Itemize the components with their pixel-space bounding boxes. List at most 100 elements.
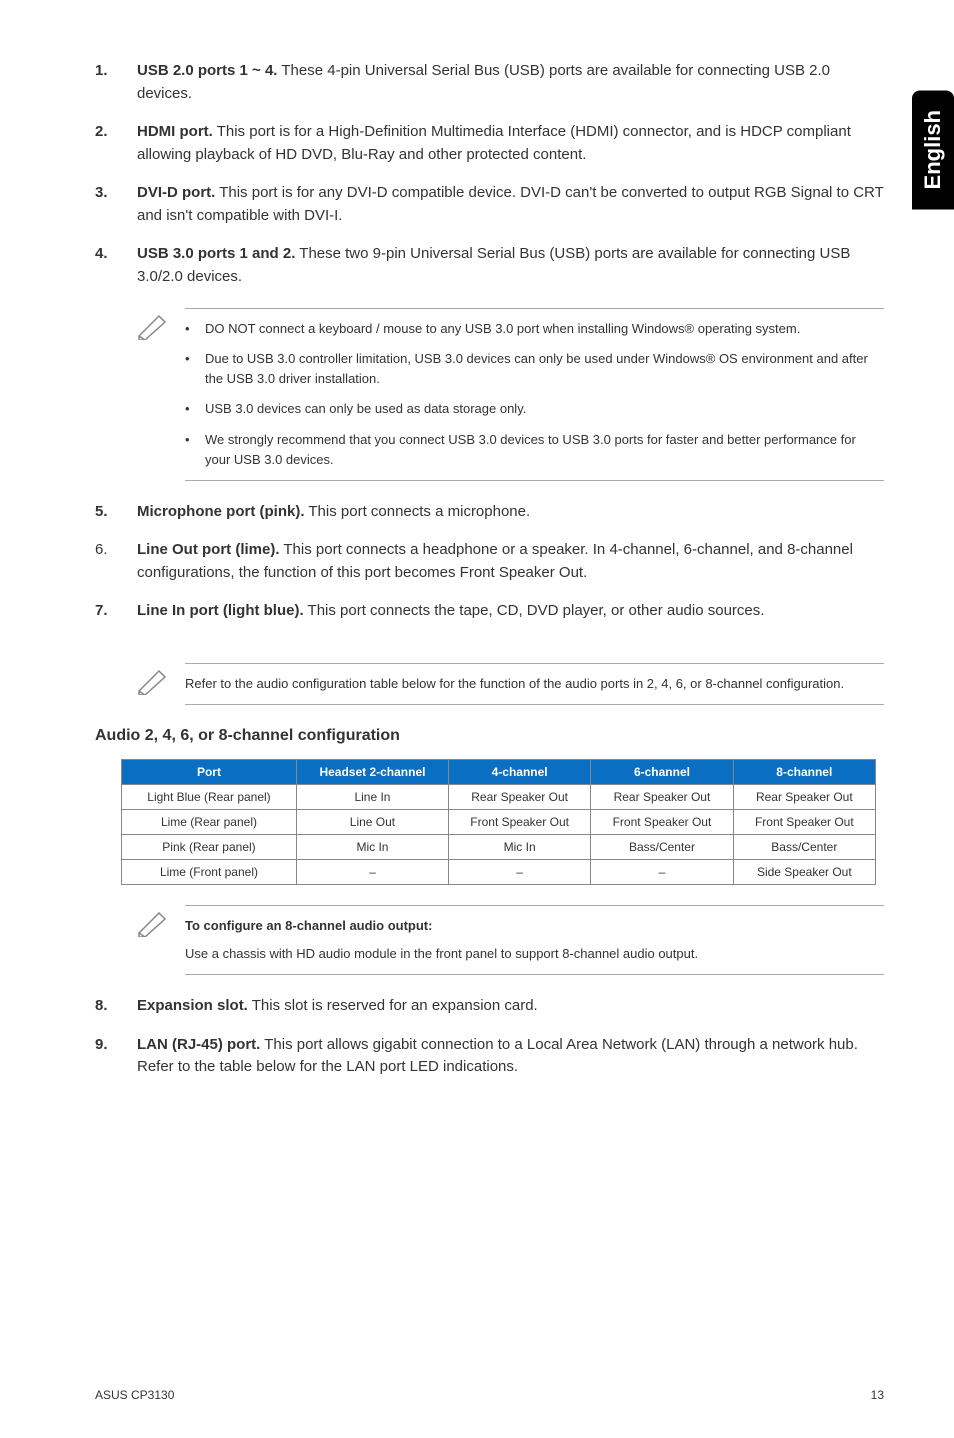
list-bold: Expansion slot. [137,997,248,1014]
table-cell: Light Blue (Rear panel) [122,784,297,809]
page-content: 1. USB 2.0 ports 1 ~ 4. These 4-pin Univ… [0,0,954,1135]
configure-body: Use a chassis with HD audio module in th… [185,944,884,964]
table-header: Headset 2-channel [296,759,448,784]
configure-title: To configure an 8-channel audio output: [185,916,884,936]
list-body: This port connects the tape, CD, DVD pla… [304,602,765,619]
note-content: •DO NOT connect a keyboard / mouse to an… [185,308,884,481]
table-header: 8-channel [733,759,875,784]
table-header-row: Port Headset 2-channel 4-channel 6-chann… [122,759,876,784]
table-cell: Bass/Center [591,834,733,859]
list-bold: USB 3.0 ports 1 and 2. [137,245,295,262]
list-bold: DVI-D port. [137,184,215,201]
list-number: 1. [95,60,137,105]
note-block: •DO NOT connect a keyboard / mouse to an… [137,308,884,481]
list-number: 3. [95,182,137,227]
bullet-dot: • [185,399,205,419]
table-cell: Bass/Center [733,834,875,859]
list-item: 7. Line In port (light blue). This port … [95,600,884,623]
table-cell: Lime (Rear panel) [122,809,297,834]
bullet-item: •DO NOT connect a keyboard / mouse to an… [185,319,884,339]
table-cell: – [591,859,733,884]
list-body: This slot is reserved for an expansion c… [248,997,538,1014]
list-text: USB 3.0 ports 1 and 2. These two 9-pin U… [137,243,884,288]
page-footer: ASUS CP3130 13 [95,1388,884,1402]
table-cell: – [296,859,448,884]
list-bold: Line Out port (lime). [137,541,280,558]
list-body: This port is for a High-Definition Multi… [137,123,851,163]
list-text: DVI-D port. This port is for any DVI-D c… [137,182,884,227]
list-number: 8. [95,995,137,1018]
table-row: Lime (Front panel) – – – Side Speaker Ou… [122,859,876,884]
footer-model: ASUS CP3130 [95,1388,174,1402]
list-bold: Microphone port (pink). [137,503,304,520]
list-item: 1. USB 2.0 ports 1 ~ 4. These 4-pin Univ… [95,60,884,105]
list-number: 9. [95,1034,137,1079]
bullet-dot: • [185,349,205,389]
table-cell: Pink (Rear panel) [122,834,297,859]
list-bold: HDMI port. [137,123,213,140]
list-number: 2. [95,121,137,166]
table-cell: Line In [296,784,448,809]
list-number: 7. [95,600,137,623]
list-text: LAN (RJ-45) port. This port allows gigab… [137,1034,884,1079]
table-cell: Rear Speaker Out [448,784,590,809]
pencil-icon [137,663,185,705]
table-cell: Front Speaker Out [591,809,733,834]
table-cell: Rear Speaker Out [733,784,875,809]
list-item: 9. LAN (RJ-45) port. This port allows gi… [95,1034,884,1079]
bullet-text: USB 3.0 devices can only be used as data… [205,399,526,419]
table-header: 6-channel [591,759,733,784]
table-row: Lime (Rear panel) Line Out Front Speaker… [122,809,876,834]
note-content: Refer to the audio configuration table b… [185,663,884,705]
table-row: Light Blue (Rear panel) Line In Rear Spe… [122,784,876,809]
note-block: Refer to the audio configuration table b… [137,663,884,705]
list-text: Line In port (light blue). This port con… [137,600,884,623]
note-block: To configure an 8-channel audio output: … [137,905,884,975]
list-text: USB 2.0 ports 1 ~ 4. These 4-pin Univers… [137,60,884,105]
list-item: 5. Microphone port (pink). This port con… [95,501,884,524]
list-number: 6. [95,539,137,584]
audio-config-table: Port Headset 2-channel 4-channel 6-chann… [121,759,876,885]
list-text: Line Out port (lime). This port connects… [137,539,884,584]
table-cell: Front Speaker Out [733,809,875,834]
bullet-text: We strongly recommend that you connect U… [205,430,884,470]
list-bold: LAN (RJ-45) port. [137,1036,260,1053]
list-body: This port connects a microphone. [304,503,530,520]
bullet-item: •Due to USB 3.0 controller limitation, U… [185,349,884,389]
list-body: This port is for any DVI-D compatible de… [137,184,884,224]
bullet-dot: • [185,430,205,470]
language-tab: English [912,90,954,209]
list-item: 6. Line Out port (lime). This port conne… [95,539,884,584]
table-header: Port [122,759,297,784]
table-cell: Rear Speaker Out [591,784,733,809]
table-cell: Mic In [296,834,448,859]
list-item: 8. Expansion slot. This slot is reserved… [95,995,884,1018]
pencil-icon [137,308,185,481]
list-text: HDMI port. This port is for a High-Defin… [137,121,884,166]
list-item: 3. DVI-D port. This port is for any DVI-… [95,182,884,227]
pencil-icon [137,905,185,975]
bullet-item: •USB 3.0 devices can only be used as dat… [185,399,884,419]
table-cell: Lime (Front panel) [122,859,297,884]
list-text: Microphone port (pink). This port connec… [137,501,884,524]
bullet-item: •We strongly recommend that you connect … [185,430,884,470]
list-item: 2. HDMI port. This port is for a High-De… [95,121,884,166]
list-item: 4. USB 3.0 ports 1 and 2. These two 9-pi… [95,243,884,288]
table-cell: Side Speaker Out [733,859,875,884]
list-number: 5. [95,501,137,524]
table-cell: Mic In [448,834,590,859]
table-cell: Front Speaker Out [448,809,590,834]
table-header: 4-channel [448,759,590,784]
audio-config-title: Audio 2, 4, 6, or 8-channel configuratio… [95,727,884,745]
table-row: Pink (Rear panel) Mic In Mic In Bass/Cen… [122,834,876,859]
page-number: 13 [871,1388,884,1402]
table-cell: – [448,859,590,884]
list-number: 4. [95,243,137,288]
list-text: Expansion slot. This slot is reserved fo… [137,995,884,1018]
table-cell: Line Out [296,809,448,834]
bullet-dot: • [185,319,205,339]
list-bold: USB 2.0 ports 1 ~ 4. [137,62,277,79]
bullet-text: Due to USB 3.0 controller limitation, US… [205,349,884,389]
list-bold: Line In port (light blue). [137,602,304,619]
note-content: To configure an 8-channel audio output: … [185,905,884,975]
